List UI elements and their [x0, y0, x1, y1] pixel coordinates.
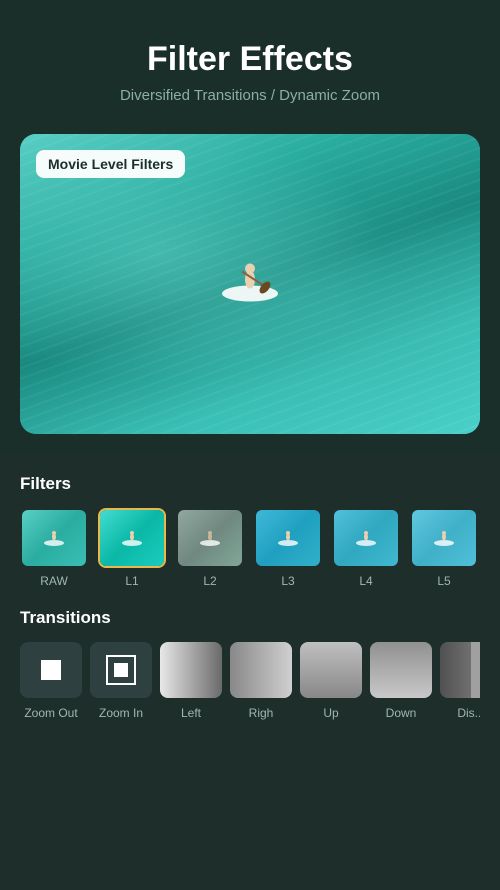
- filter-item-l4: L4: [332, 508, 400, 588]
- zoom-in-inner: [114, 663, 128, 677]
- filter-thumb-l3[interactable]: [254, 508, 322, 568]
- right-transition-icon: [230, 642, 292, 698]
- up-transition-icon: [300, 642, 362, 698]
- dissolve-right: [471, 642, 480, 698]
- transition-label-down: Down: [386, 706, 417, 720]
- filter-label-l1: L1: [125, 574, 138, 588]
- transition-item-up: Up: [300, 642, 362, 720]
- filter-item-l5: L5: [410, 508, 478, 588]
- filter-item-l2: L2: [176, 508, 244, 588]
- transition-label-zoom-out: Zoom Out: [24, 706, 77, 720]
- transition-label-left: Left: [181, 706, 201, 720]
- transition-item-zoom-in: Zoom In: [90, 642, 152, 720]
- transitions-section-title: Transitions: [20, 608, 480, 628]
- zoom-out-icon: [41, 660, 61, 680]
- filter-label-l2: L2: [203, 574, 216, 588]
- transition-label-dissolve: Dis...: [457, 706, 480, 720]
- transition-thumb-up[interactable]: [300, 642, 362, 698]
- filter-thumb-l5[interactable]: [410, 508, 478, 568]
- transition-item-right: Righ: [230, 642, 292, 720]
- filter-item-raw: RAW: [20, 508, 88, 588]
- transition-thumb-zoom-in[interactable]: [90, 642, 152, 698]
- transition-item-left: Left: [160, 642, 222, 720]
- zoom-in-icon: [106, 655, 136, 685]
- filter-thumb-l1[interactable]: [98, 508, 166, 568]
- transition-thumb-right[interactable]: [230, 642, 292, 698]
- header: Filter Effects Diversified Transitions /…: [0, 0, 500, 114]
- transition-item-zoom-out: Zoom Out: [20, 642, 82, 720]
- filter-item-l1: L1: [98, 508, 166, 588]
- filters-section-title: Filters: [20, 474, 480, 494]
- page-title: Filter Effects: [20, 40, 480, 79]
- filter-label-l3: L3: [281, 574, 294, 588]
- down-transition-icon: [370, 642, 432, 698]
- transitions-row: Zoom Out Zoom In Left: [20, 642, 480, 720]
- transition-label-up: Up: [323, 706, 338, 720]
- preview-image: Movie Level Filters: [20, 134, 480, 434]
- page-container: Filter Effects Diversified Transitions /…: [0, 0, 500, 890]
- transition-label-zoom-in: Zoom In: [99, 706, 143, 720]
- transition-thumb-down[interactable]: [370, 642, 432, 698]
- filter-label-l5: L5: [437, 574, 450, 588]
- filter-thumb-raw[interactable]: [20, 508, 88, 568]
- filter-thumb-l2[interactable]: [176, 508, 244, 568]
- transition-thumb-dissolve[interactable]: [440, 642, 480, 698]
- filter-item-l3: L3: [254, 508, 322, 588]
- filters-row: RAW L1: [20, 508, 480, 588]
- page-subtitle: Diversified Transitions / Dynamic Zoom: [20, 87, 480, 104]
- transitions-section: Transitions Zoom Out Zoom In: [20, 608, 480, 720]
- left-transition-icon: [160, 642, 222, 698]
- bottom-panel: Filters RAW: [0, 454, 500, 890]
- transition-thumb-zoom-out[interactable]: [20, 642, 82, 698]
- filter-label-raw: RAW: [40, 574, 68, 588]
- transition-item-down: Down: [370, 642, 432, 720]
- transition-thumb-left[interactable]: [160, 642, 222, 698]
- movie-level-badge: Movie Level Filters: [36, 150, 185, 178]
- transition-item-dissolve: Dis...: [440, 642, 480, 720]
- filter-thumb-l4[interactable]: [332, 508, 400, 568]
- transition-label-right: Righ: [249, 706, 274, 720]
- paddleboarder: [210, 242, 290, 327]
- filter-label-l4: L4: [359, 574, 372, 588]
